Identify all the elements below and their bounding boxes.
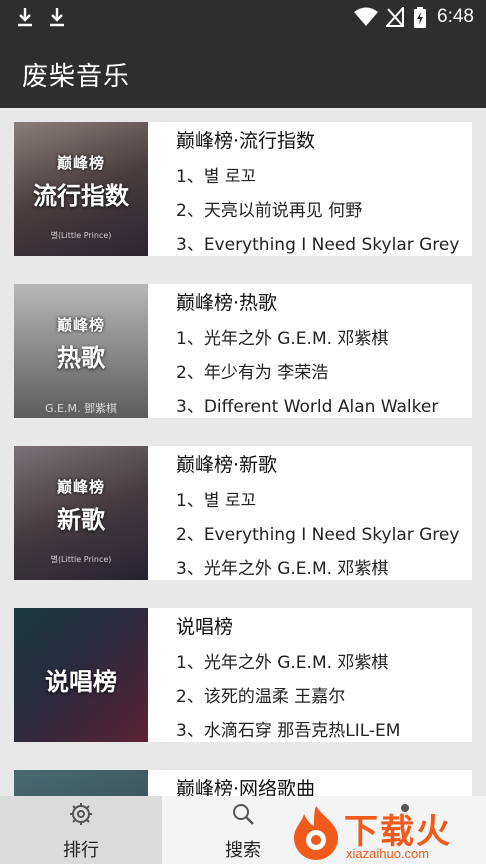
- status-bar: 6:48: [0, 0, 486, 36]
- no-signal-icon: [386, 7, 404, 27]
- song-item: 2、该死的温柔 王嘉尔: [176, 687, 346, 707]
- chart-cover: 巅峰榜 新歌 별(Little Prince): [14, 446, 148, 580]
- cover-text: G.E.M. 鄧紫棋: [45, 402, 117, 415]
- song-item: 2、Everything I Need Skylar Grey: [176, 525, 460, 545]
- chart-cover: 巅峰榜 流行指数 별(Little Prince): [14, 122, 148, 256]
- app-bar: 废柴音乐: [0, 36, 486, 108]
- song-item: 1、별 로꼬: [176, 491, 257, 511]
- flame-logo-icon: [294, 806, 338, 860]
- song-item: 1、光年之外 G.E.M. 邓紫棋: [176, 329, 389, 349]
- song-item: 3、Different World Alan Walker: [176, 397, 439, 417]
- download-icon: [50, 8, 64, 27]
- chart-title: 巅峰榜·热歌: [176, 292, 278, 314]
- chart-card-new[interactable]: 巅峰榜 新歌 별(Little Prince) 巅峰榜·新歌 1、별 로꼬 2、…: [14, 446, 472, 580]
- wifi-icon: [354, 7, 378, 26]
- watermark: 下载火 xiazaihuo.com: [286, 800, 486, 864]
- tab-rank-label: 排行: [63, 840, 99, 861]
- cover-badge: 巅峰榜: [56, 316, 105, 334]
- chart-list[interactable]: 巅峰榜 流行指数 별(Little Prince) 巅峰榜·流行指数 1、별 로…: [0, 108, 486, 796]
- chart-title: 说唱榜: [176, 616, 234, 638]
- chart-title: 巅峰榜·网络歌曲: [176, 778, 316, 796]
- chart-cover: 巅峰榜 热歌 G.E.M. 鄧紫棋: [14, 284, 148, 418]
- chart-card-network[interactable]: 巅峰榜·网络歌曲: [14, 770, 472, 796]
- cover-badge: 巅峰榜: [56, 478, 105, 496]
- cover-label: 说唱榜: [45, 668, 117, 696]
- song-item: 3、水滴石穿 那吾克热LIL-EM: [176, 721, 401, 741]
- app-title: 废柴音乐: [22, 62, 131, 92]
- battery-charging-icon: [414, 7, 426, 28]
- gear-icon: [70, 803, 92, 825]
- chart-cover: [14, 770, 148, 796]
- chart-title: 巅峰榜·流行指数: [176, 130, 316, 152]
- cover-label: 新歌: [57, 506, 105, 534]
- cover-label: 流行指数: [33, 182, 129, 210]
- chart-card-hot[interactable]: 巅峰榜 热歌 G.E.M. 鄧紫棋 巅峰榜·热歌 1、光年之外 G.E.M. 邓…: [14, 284, 472, 418]
- search-icon: [233, 804, 254, 825]
- watermark-url: xiazaihuo.com: [346, 846, 430, 861]
- chart-card-rap[interactable]: 说唱榜 说唱榜 1、光年之外 G.E.M. 邓紫棋 2、该死的温柔 王嘉尔 3、…: [14, 608, 472, 742]
- chart-card-popular[interactable]: 巅峰榜 流行指数 별(Little Prince) 巅峰榜·流行指数 1、별 로…: [14, 122, 472, 256]
- cover-badge: 巅峰榜: [56, 154, 105, 172]
- song-item: 1、별 로꼬: [176, 167, 257, 187]
- song-item: 2、天亮以前说再见 何野: [176, 201, 363, 221]
- cover-label: 热歌: [57, 344, 105, 372]
- song-item: 2、年少有为 李荣浩: [176, 363, 329, 383]
- clock: 6:48: [437, 6, 474, 27]
- song-item: 3、光年之外 G.E.M. 邓紫棋: [176, 559, 389, 579]
- cover-text: 별(Little Prince): [50, 231, 112, 240]
- chart-title: 巅峰榜·新歌: [176, 454, 278, 476]
- chart-cover: 说唱榜: [14, 608, 148, 742]
- cover-text: 별(Little Prince): [50, 555, 112, 564]
- song-item: 1、光年之外 G.E.M. 邓紫棋: [176, 653, 389, 673]
- download-icon: [18, 8, 32, 27]
- song-item: 3、Everything I Need Skylar Grey: [176, 235, 460, 255]
- tab-rank[interactable]: 排行: [0, 796, 162, 864]
